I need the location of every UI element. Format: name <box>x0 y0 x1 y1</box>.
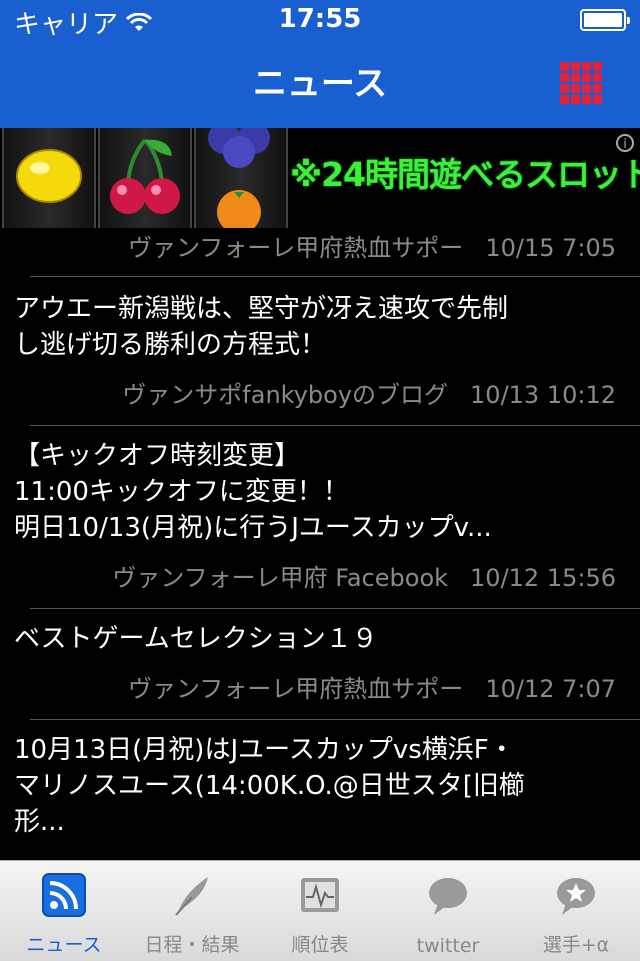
news-item[interactable]: 10月13日(月祝)はJユースカップvs横浜F・ マリノスユース(14:00K.… <box>0 720 640 840</box>
news-item[interactable]: アウエー新潟戦は、堅守が冴え速攻で先制 し逃げ切る勝利の方程式！ ヴァンサポfa… <box>0 277 640 413</box>
battery-icon <box>580 9 630 31</box>
news-item[interactable]: ベストゲームセレクション１９ ヴァンフォーレ甲府熱血サポー 10/12 7:07 <box>0 609 640 707</box>
status-time: 17:55 <box>278 4 362 34</box>
news-source: ヴァンフォーレ甲府熱血サポー <box>128 675 464 703</box>
tab-twitter[interactable]: twitter <box>384 861 512 961</box>
tab-standings[interactable]: 順位表 <box>256 861 384 961</box>
news-title: 10月13日(月祝)はJユースカップvs横浜F・ マリノスユース(14:00K.… <box>14 735 525 837</box>
tab-bar: ニュース 日程・結果 順位表 twitter 選手+α <box>0 860 640 961</box>
news-list: ヴァンフォーレ甲府熱血サポー 10/15 7:05 アウエー新潟戦は、堅守が冴え… <box>0 228 640 860</box>
page-title: ニュース <box>252 64 388 104</box>
grid-menu-icon[interactable] <box>560 62 602 104</box>
tab-label: ニュース <box>26 934 102 956</box>
slot-reel-berry <box>194 128 288 228</box>
news-title: ベストゲームセレクション１９ <box>14 624 378 654</box>
chart-monitor-icon <box>301 878 339 912</box>
news-source: ヴァンサポfankyboyのブログ <box>122 381 449 409</box>
news-date: 10/12 15:56 <box>470 564 616 592</box>
news-source: ヴァンフォーレ甲府熱血サポー <box>128 234 464 262</box>
star-bubble-icon <box>557 878 595 915</box>
rss-icon <box>42 873 86 917</box>
ad-banner[interactable]: ※24時間遊べるスロットです。 i <box>0 128 640 228</box>
news-item[interactable]: 【キックオフ時刻変更】 11:00キックオフに変更！！ 明日10/13(月祝)に… <box>0 426 640 596</box>
news-date: 10/13 10:12 <box>470 381 616 409</box>
news-title: 【キックオフ時刻変更】 11:00キックオフに変更！！ 明日10/13(月祝)に… <box>14 441 492 543</box>
lemon-icon <box>16 149 82 203</box>
slot-reel-cherry <box>98 128 192 228</box>
slot-reel-lemon <box>2 128 96 228</box>
news-item[interactable]: ヴァンフォーレ甲府熱血サポー 10/15 7:05 <box>0 228 640 266</box>
news-date: 10/15 7:05 <box>485 234 616 262</box>
news-meta: ヴァンフォーレ甲府熱血サポー 10/15 7:05 <box>14 228 616 266</box>
news-date: 10/12 7:07 <box>485 675 616 703</box>
tab-label: 日程・結果 <box>144 934 240 956</box>
news-title: アウエー新潟戦は、堅守が冴え速攻で先制 し逃げ切る勝利の方程式！ <box>14 294 509 360</box>
news-meta: ヴァンフォーレ甲府 Facebook 10/12 15:56 <box>14 560 616 596</box>
cherry-icon <box>110 138 180 214</box>
tab-schedule[interactable]: 日程・結果 <box>128 861 256 961</box>
status-bar: キャリア 17:55 <box>0 0 640 40</box>
tab-news[interactable]: ニュース <box>0 861 128 961</box>
ad-text: ※24時間遊べるスロットです。 <box>290 155 640 194</box>
tab-label: 順位表 <box>291 934 349 956</box>
news-meta: ヴァンフォーレ甲府熱血サポー 10/12 7:07 <box>14 671 616 707</box>
news-meta: ヴァンサポfankyboyのブログ 10/13 10:12 <box>14 377 616 413</box>
news-source: ヴァンフォーレ甲府 Facebook <box>112 564 449 592</box>
navigation-bar: ニュース <box>0 40 640 128</box>
tab-label: 選手+α <box>542 934 610 956</box>
feather-icon <box>175 877 208 916</box>
speech-bubble-icon <box>429 878 467 915</box>
ad-info-icon[interactable]: i <box>616 134 634 152</box>
blueberry-icon <box>208 128 270 228</box>
tab-players[interactable]: 選手+α <box>512 861 640 961</box>
tab-label: twitter <box>416 935 480 957</box>
